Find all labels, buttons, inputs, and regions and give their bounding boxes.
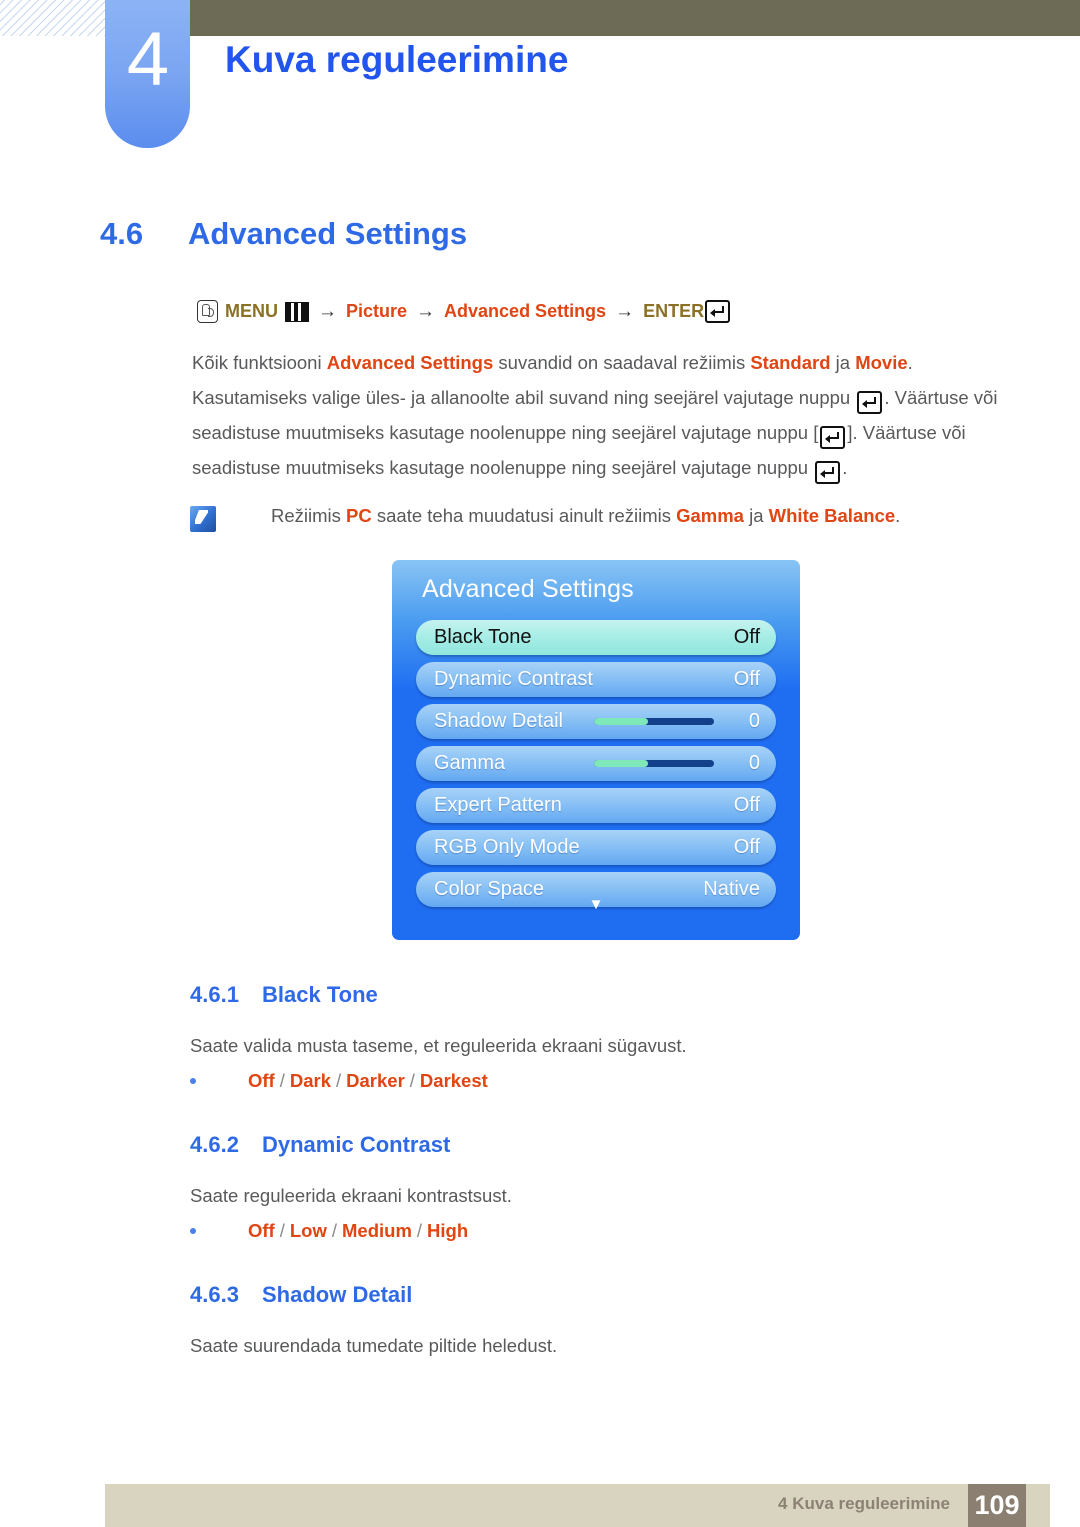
menu-path-arrow-3: → — [615, 300, 635, 322]
para-highlight-movie: Movie — [855, 352, 908, 373]
option-2-3: Medium — [342, 1220, 412, 1241]
intro-paragraph: Kõik funktsiooni Advanced Settings suvan… — [192, 345, 1002, 485]
section-title: Advanced Settings — [188, 216, 468, 251]
menu-path-step-picture: Picture — [346, 301, 408, 321]
bullet-dot-icon — [190, 1078, 196, 1084]
osd-row-label: Gamma — [434, 752, 506, 774]
footer-chapter-label: 4 Kuva reguleerimine — [778, 1494, 950, 1513]
page-number: 109 — [968, 1484, 1026, 1527]
chevron-down-icon[interactable]: ▼ — [392, 897, 800, 912]
subsection-number-3: 4.6.3 — [190, 1282, 239, 1307]
osd-row-value: Off — [733, 668, 760, 690]
note-block: Režiimis PC saate teha muudatusi ainult … — [190, 503, 990, 532]
osd-row[interactable]: Shadow Detail 0 — [416, 704, 776, 739]
enter-key-icon — [820, 425, 846, 449]
menu-path-arrow-1: → — [318, 300, 337, 322]
option-1-3: Darker — [346, 1070, 405, 1091]
subsection-description-2: Saate reguleerida ekraani kontrastsust. — [190, 1185, 512, 1206]
osd-menu-list: Black Tone Off Dynamic Contrast Off Shadow D… — [416, 620, 776, 914]
osd-row[interactable]: RGB Only Mode Off — [416, 830, 776, 865]
note-highlight-pc: PC — [346, 505, 372, 526]
subsection-title-1: Black Tone — [262, 982, 378, 1007]
osd-panel: Advanced Settings Black Tone Off Dynamic C… — [392, 560, 800, 940]
subsection-heading-3: 4.6.3 Shadow Detail — [190, 1282, 412, 1308]
subsection-title-3: Shadow Detail — [262, 1282, 413, 1307]
note-text-3: ja — [743, 505, 769, 526]
osd-slider-fill — [594, 760, 648, 767]
subsection-number-1: 4.6.1 — [190, 982, 239, 1007]
subsection-heading-2: 4.6.2 Dynamic Contrast — [190, 1132, 450, 1158]
para-text-1: Kõik funktsiooni — [192, 352, 327, 373]
chapter-title: Kuva reguleerimine — [225, 39, 569, 80]
osd-row[interactable]: Dynamic Contrast Off — [416, 662, 776, 697]
option-1-1: Off — [248, 1070, 275, 1091]
note-text-1: Režiimis — [271, 505, 347, 526]
osd-row-label: RGB Only Mode — [434, 836, 580, 858]
osd-row-value: 0 — [748, 752, 760, 774]
section-number: 4.6 — [100, 216, 144, 251]
osd-panel-title: Advanced Settings — [422, 575, 634, 603]
note-text-2: saate teha muudatusi ainult režiimis — [371, 505, 677, 526]
option-1-2: Dark — [289, 1070, 331, 1091]
hand-pointer-icon — [197, 300, 218, 323]
note-text: Režiimis PC saate teha muudatusi ainult … — [271, 503, 900, 529]
subsection-options-2: Off / Low / Medium / High — [190, 1220, 468, 1242]
menu-path-arrow-2: → — [416, 300, 436, 322]
subsection-title-2: Dynamic Contrast — [262, 1132, 451, 1157]
osd-row-value: 0 — [748, 710, 760, 732]
osd-slider[interactable] — [594, 760, 714, 767]
subsection-heading-1: 4.6.1 Black Tone — [190, 982, 378, 1008]
osd-row[interactable]: Gamma 0 — [416, 746, 776, 781]
subsection-description-1: Saate valida musta taseme, et reguleerid… — [190, 1035, 687, 1056]
para-text-3: ja — [830, 352, 856, 373]
enter-key-icon — [857, 390, 883, 414]
subsection-description-3: Saate suurendada tumedate piltide heledu… — [190, 1335, 558, 1356]
osd-row-value: Off — [733, 626, 760, 648]
osd-row-label: Shadow Detail — [434, 710, 563, 732]
option-1-4: Darkest — [419, 1070, 488, 1091]
menu-path-menu-label: MENU — [225, 301, 278, 321]
bullet-dot-icon — [190, 1228, 196, 1234]
note-highlight-gamma: Gamma — [676, 505, 744, 526]
para-text-7: . — [842, 457, 848, 478]
samsung-note-icon — [190, 506, 216, 532]
option-2-1: Off — [248, 1220, 275, 1241]
subsection-options-1: Off / Dark / Darker / Darkest — [190, 1070, 488, 1092]
section-heading: 4.6 Advanced Settings — [100, 216, 467, 252]
option-2-4: High — [427, 1220, 469, 1241]
header-hatch-pattern — [0, 0, 105, 36]
osd-row-value: Off — [733, 836, 760, 858]
osd-row[interactable]: Black Tone Off — [416, 620, 776, 655]
note-text-4: . — [895, 505, 901, 526]
osd-row-label: Black Tone — [434, 626, 532, 648]
para-highlight-advanced-settings: Advanced Settings — [326, 352, 494, 373]
osd-slider-fill — [594, 718, 648, 725]
option-2-2: Low — [289, 1220, 327, 1241]
osd-row[interactable]: Expert Pattern Off — [416, 788, 776, 823]
osd-row-value: Off — [733, 794, 760, 816]
osd-row-label: Dynamic Contrast — [434, 668, 593, 690]
enter-key-icon — [815, 460, 841, 484]
para-text-2: suvandid on saadaval režiimis — [493, 352, 751, 373]
menu-path-enter-label: ENTER — [643, 301, 705, 321]
osd-slider[interactable] — [594, 718, 714, 725]
menu-path-breadcrumb: MENU → Picture → Advanced Settings → ENT… — [197, 300, 731, 323]
note-highlight-white-balance: White Balance — [768, 505, 896, 526]
para-highlight-standard: Standard — [750, 352, 831, 373]
enter-key-icon — [705, 300, 731, 323]
chapter-number: 4 — [126, 17, 169, 102]
menu-bars-icon — [285, 301, 309, 322]
osd-row-label: Expert Pattern — [434, 794, 562, 816]
menu-path-step-advanced-settings: Advanced Settings — [444, 301, 607, 321]
header-olive-bar — [190, 0, 1080, 36]
subsection-number-2: 4.6.2 — [190, 1132, 239, 1157]
